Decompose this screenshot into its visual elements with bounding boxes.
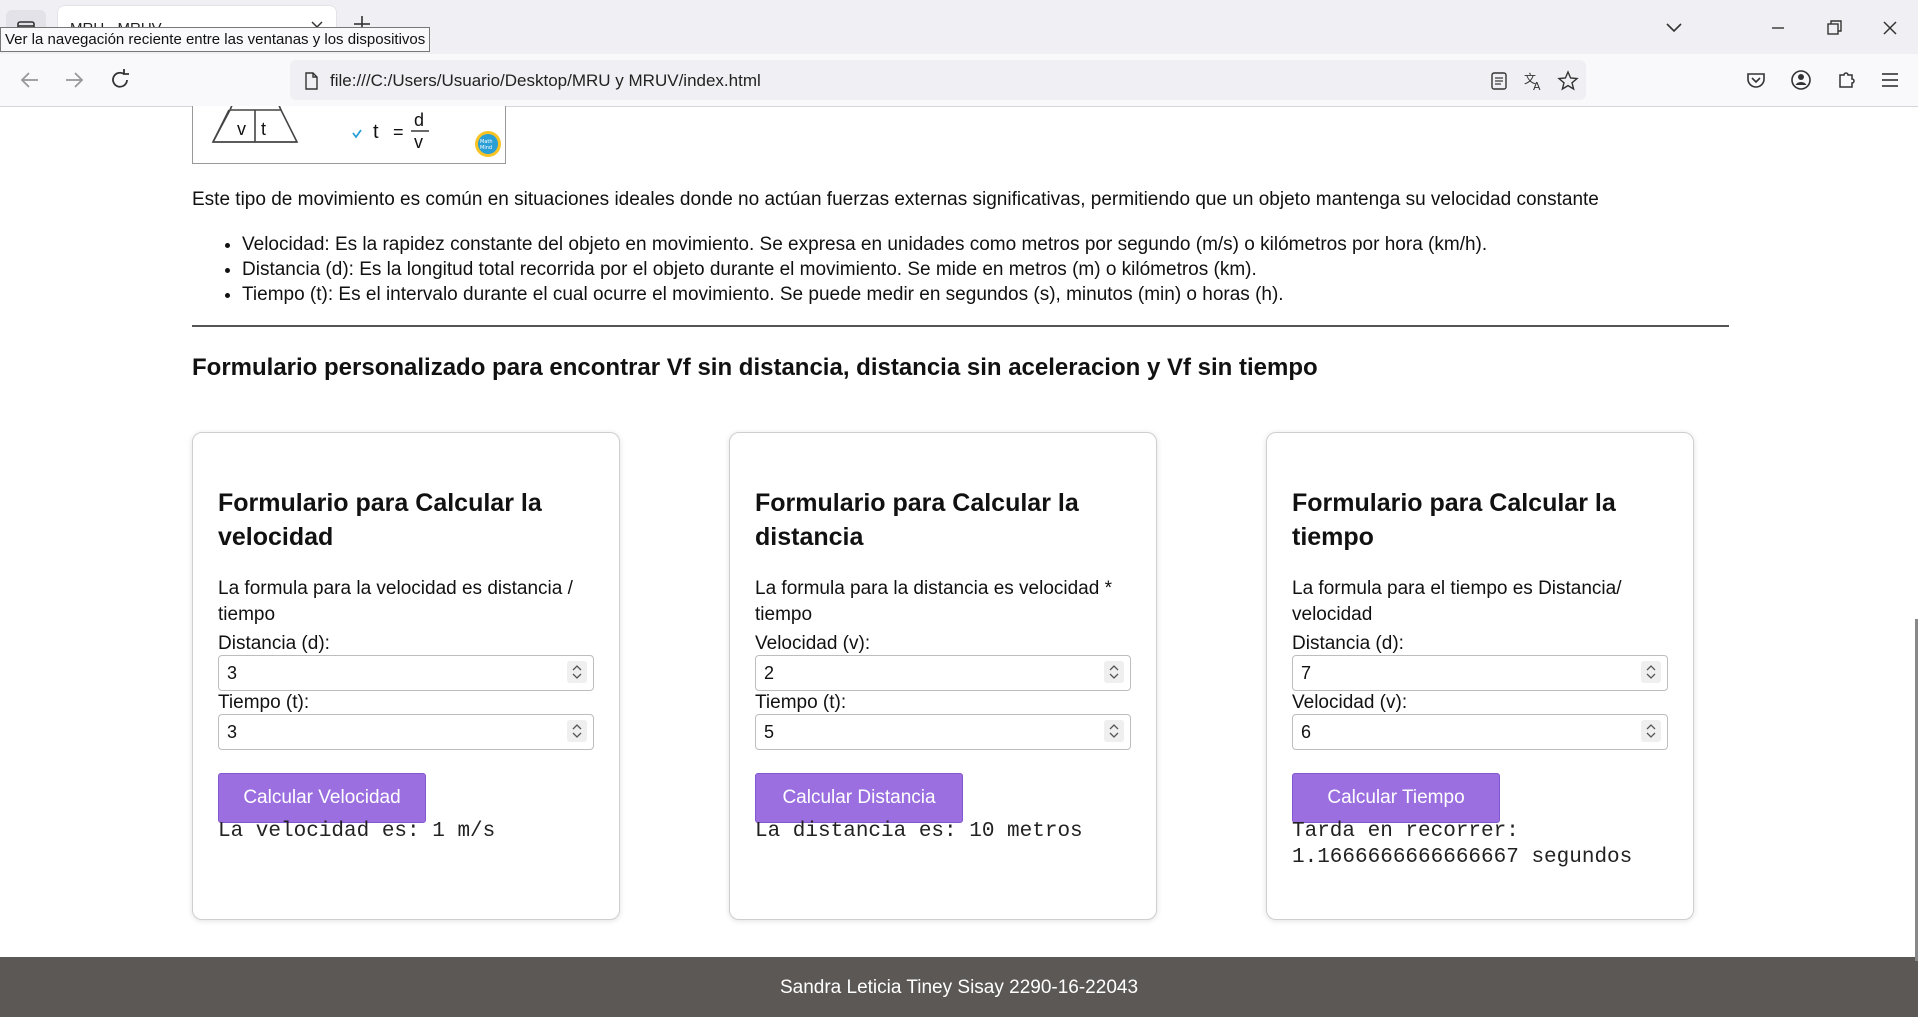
extensions-icon[interactable] bbox=[1832, 66, 1860, 94]
velocity-label: Velocidad (v): bbox=[1292, 692, 1408, 713]
section-title: Formulario personalizado para encontrar … bbox=[192, 354, 1318, 381]
formula-image: v t t = t d v Math Mind bbox=[192, 106, 506, 164]
card-description: La formula para la velocidad es distanci… bbox=[218, 578, 573, 625]
pocket-icon[interactable] bbox=[1742, 66, 1770, 94]
time-input[interactable]: 3 bbox=[218, 714, 594, 750]
velocity-label: Velocidad (v): bbox=[755, 633, 871, 654]
card-description: La formula para la distancia es velocida… bbox=[755, 578, 1112, 625]
spinner-arrows-icon bbox=[572, 724, 582, 738]
page-content: v t t = t d v Math Mind Este tipo de mov… bbox=[0, 106, 1918, 1017]
url-bar[interactable]: file:///C:/Users/Usuario/Desktop/MRU y M… bbox=[290, 60, 1586, 100]
list-all-tabs-icon[interactable] bbox=[1660, 14, 1688, 42]
time-label: Tiempo (t): bbox=[218, 692, 310, 713]
calculate-time-button[interactable]: Calcular Tiempo bbox=[1292, 773, 1500, 823]
time-result: Tarda en recorrer: 1.1666666666666667 se… bbox=[1292, 820, 1633, 869]
time-form-card: Formulario para Calcular la tiempo La fo… bbox=[1266, 432, 1694, 920]
distance-label: Distancia (d): bbox=[218, 633, 330, 654]
restore-icon[interactable] bbox=[1820, 14, 1848, 42]
definitions-list: Velocidad: Es la rapidez constante del o… bbox=[192, 232, 1487, 307]
spinner[interactable] bbox=[1641, 661, 1661, 683]
card-title: Formulario para Calcular la distancia bbox=[755, 489, 1079, 551]
triangle-label-t: t bbox=[261, 119, 266, 139]
math-mind-logo: Math Mind bbox=[475, 131, 501, 157]
spinner[interactable] bbox=[1104, 661, 1124, 683]
back-icon[interactable] bbox=[16, 66, 44, 94]
formula-lhs: t bbox=[373, 121, 379, 143]
spinner-arrows-icon bbox=[1646, 665, 1656, 679]
spinner[interactable] bbox=[567, 720, 587, 742]
menu-icon[interactable] bbox=[1876, 66, 1904, 94]
distance-input-value: 3 bbox=[227, 663, 238, 683]
formula-triangle-illustration: v t t = t d v Math Mind bbox=[211, 106, 501, 157]
navigation-bar: file:///C:/Users/Usuario/Desktop/MRU y M… bbox=[0, 54, 1918, 107]
spinner[interactable] bbox=[1104, 720, 1124, 742]
list-item: Tiempo (t): Es el intervalo durante el c… bbox=[242, 282, 1487, 307]
distance-input[interactable]: 3 bbox=[218, 655, 594, 691]
calculate-distance-button[interactable]: Calcular Distancia bbox=[755, 773, 963, 823]
check-icon bbox=[352, 129, 362, 139]
distance-label: Distancia (d): bbox=[1292, 633, 1404, 654]
close-window-icon[interactable] bbox=[1876, 14, 1904, 42]
footer-text: Sandra Leticia Tiney Sisay 2290-16-22043 bbox=[779, 977, 1139, 998]
list-item: Distancia (d): Es la longitud total reco… bbox=[242, 257, 1487, 282]
time-input-value: 5 bbox=[764, 722, 775, 742]
calculate-velocity-button[interactable]: Calcular Velocidad bbox=[218, 773, 426, 823]
velocity-input[interactable]: 6 bbox=[1292, 714, 1668, 750]
svg-text:Mind: Mind bbox=[480, 145, 492, 151]
spinner[interactable] bbox=[1641, 720, 1661, 742]
velocity-form-card: Formulario para Calcular la velocidad La… bbox=[192, 432, 620, 920]
list-item: Velocidad: Es la rapidez constante del o… bbox=[242, 232, 1487, 257]
card-title: Formulario para Calcular la velocidad bbox=[218, 489, 542, 551]
tab-strip: MRU - MRUV Ver la navegación reciente en… bbox=[0, 0, 1918, 54]
velocity-input[interactable]: 2 bbox=[755, 655, 1131, 691]
time-input-value: 3 bbox=[227, 722, 238, 742]
distance-form-card: Formulario para Calcular la distancia La… bbox=[729, 432, 1157, 920]
triangle-label-v: v bbox=[237, 119, 246, 139]
translate-icon[interactable]: 文 A bbox=[1523, 70, 1545, 92]
svg-text:A: A bbox=[1533, 80, 1541, 92]
spinner-arrows-icon bbox=[1109, 665, 1119, 679]
distance-input[interactable]: 7 bbox=[1292, 655, 1668, 691]
time-label: Tiempo (t): bbox=[755, 692, 847, 713]
velocity-input-value: 2 bbox=[764, 663, 775, 683]
tooltip: Ver la navegación reciente entre las ven… bbox=[0, 27, 431, 52]
forward-icon[interactable] bbox=[60, 66, 88, 94]
divider bbox=[192, 325, 1729, 327]
distance-result: La distancia es: 10 metros bbox=[755, 820, 1083, 843]
url-text: file:///C:/Users/Usuario/Desktop/MRU y M… bbox=[330, 71, 761, 90]
velocity-result: La velocidad es: 1 m/s bbox=[218, 820, 496, 843]
card-title: Formulario para Calcular la tiempo bbox=[1292, 489, 1616, 551]
distance-input-value: 7 bbox=[1301, 663, 1312, 683]
card-description: La formula para el tiempo es Distancia/ … bbox=[1292, 578, 1622, 625]
formula-denominator: v bbox=[414, 132, 423, 152]
reader-view-icon[interactable] bbox=[1488, 70, 1510, 92]
account-icon[interactable] bbox=[1787, 66, 1815, 94]
formula-equals: = bbox=[393, 122, 404, 142]
velocity-input-value: 6 bbox=[1301, 722, 1312, 742]
spinner-arrows-icon bbox=[1646, 724, 1656, 738]
spinner[interactable] bbox=[567, 661, 587, 683]
file-icon bbox=[305, 72, 318, 90]
footer: Sandra Leticia Tiney Sisay 2290-16-22043 bbox=[0, 957, 1918, 1017]
formula-numerator: d bbox=[414, 110, 424, 130]
minimize-icon[interactable] bbox=[1764, 14, 1792, 42]
time-input[interactable]: 5 bbox=[755, 714, 1131, 750]
reload-icon[interactable] bbox=[106, 66, 134, 94]
spinner-arrows-icon bbox=[1109, 724, 1119, 738]
spinner-arrows-icon bbox=[572, 665, 582, 679]
bookmark-star-icon[interactable] bbox=[1557, 70, 1579, 92]
formula-top-letter: t bbox=[414, 106, 419, 109]
intro-paragraph: Este tipo de movimiento es común en situ… bbox=[192, 189, 1599, 210]
